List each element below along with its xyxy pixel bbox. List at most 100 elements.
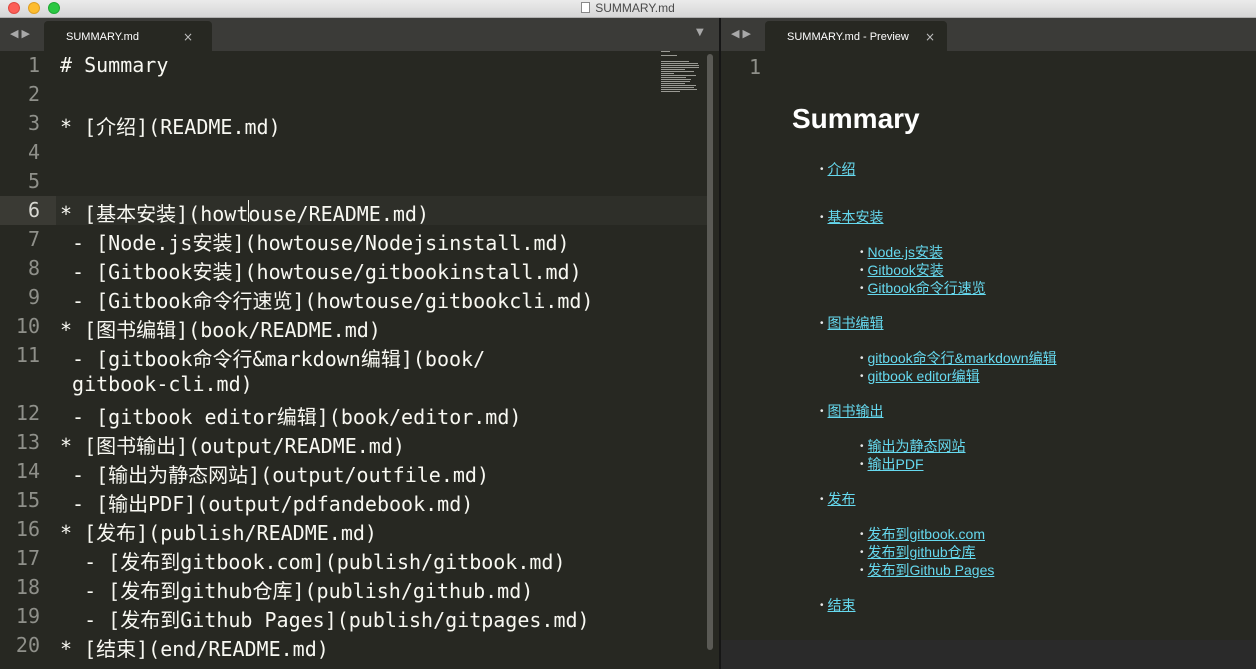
bullet-icon: •: [860, 565, 864, 576]
minimap-line: [661, 69, 685, 70]
toc-link[interactable]: Gitbook安装: [868, 262, 944, 278]
toc-link[interactable]: 发布到Github Pages: [868, 562, 995, 578]
bullet-icon: •: [860, 247, 864, 258]
line-number: 2: [27, 82, 40, 106]
minimap-line: [661, 87, 694, 88]
toc-link[interactable]: 介绍: [828, 161, 856, 177]
line-number: 18: [15, 575, 40, 599]
line-number: 10: [15, 314, 40, 338]
line-text: * [结束](end/README.md): [60, 637, 329, 661]
nav-back-icon[interactable]: ◀: [10, 27, 21, 40]
toc-item: • 图书输出: [820, 401, 884, 421]
tab-preview[interactable]: SUMMARY.md - Preview ×: [765, 21, 947, 51]
line-number: 5: [27, 169, 40, 193]
toc-link[interactable]: 发布到github仓库: [868, 544, 976, 560]
editor-nav-arrows: ◀▶: [10, 27, 33, 40]
bullet-icon: •: [860, 547, 864, 558]
toc-subitem: • Gitbook命令行速览: [860, 278, 986, 298]
toc-link[interactable]: gitbook命令行&markdown编辑: [868, 350, 1057, 366]
tab-close-icon[interactable]: ×: [925, 30, 935, 44]
toc-link[interactable]: 输出PDF: [868, 456, 924, 472]
toc-link[interactable]: 图书编辑: [828, 315, 884, 331]
nav-forward-icon[interactable]: ▶: [742, 27, 753, 40]
editor-pane[interactable]: 1 # Summary 2 3 * [介绍](README.md) 4 5 6 * [基本安装]…: [0, 51, 719, 669]
bullet-icon: •: [820, 318, 824, 329]
text-cursor: [248, 200, 249, 222]
minimap-line: [661, 55, 677, 56]
line-text: - [gitbook命令行&markdown编辑](book/: [60, 347, 486, 371]
toc-subitem: • 输出PDF: [860, 454, 924, 474]
bullet-icon: •: [860, 265, 864, 276]
line-text: * [基本安装](howtouse/README.md): [60, 202, 429, 226]
preview-gutter: 1: [721, 51, 777, 640]
toc-subitem: • Gitbook安装: [860, 260, 944, 280]
toc-link[interactable]: gitbook editor编辑: [868, 368, 980, 384]
minimap-line: [661, 63, 698, 64]
bullet-icon: •: [860, 371, 864, 382]
tab-bar: ◀▶ SUMMARY.md × ▼ ◀▶ SUMMARY.md - Previe…: [0, 18, 1256, 51]
line-text: * [图书输出](output/README.md): [60, 434, 405, 458]
line-text: - [发布到gitbook.com](publish/gitbook.md): [60, 550, 566, 574]
toc-item: • 发布: [820, 489, 856, 509]
line-text: - [Gitbook命令行速览](howtouse/gitbookcli.md): [60, 289, 594, 313]
bullet-icon: •: [860, 529, 864, 540]
line-number: 17: [15, 546, 40, 570]
line-number: 7: [27, 227, 40, 251]
line-text: # Summary: [60, 53, 169, 77]
minimap-line: [661, 89, 697, 90]
minimap-line: [661, 77, 686, 78]
line-text: - [发布到Github Pages](publish/gitpages.md): [60, 608, 590, 632]
tab-dropdown-icon[interactable]: ▼: [696, 27, 704, 38]
line-number: 13: [15, 430, 40, 454]
minimap-line: [661, 51, 670, 52]
line-number: 6: [27, 198, 40, 222]
nav-forward-icon[interactable]: ▶: [21, 27, 32, 40]
toc-subitem: • 发布到Github Pages: [860, 560, 994, 580]
toc-link[interactable]: 发布到gitbook.com: [868, 526, 985, 542]
minimap[interactable]: [661, 51, 701, 96]
bullet-icon: •: [860, 353, 864, 364]
minimap-line: [661, 65, 699, 66]
bullet-icon: •: [820, 600, 824, 611]
toc-subitem: • 发布到gitbook.com: [860, 524, 985, 544]
preview-empty-area: [721, 640, 1256, 669]
preview-line-number: 1: [748, 55, 761, 79]
nav-back-icon[interactable]: ◀: [731, 27, 742, 40]
window-title: SUMMARY.md: [0, 0, 1256, 16]
toc-item: • 结束: [820, 595, 856, 615]
window-titlebar: SUMMARY.md: [0, 0, 1256, 18]
line-number: 4: [27, 140, 40, 164]
line-text: - [Gitbook安装](howtouse/gitbookinstall.md…: [60, 260, 582, 284]
line-number: 3: [27, 111, 40, 135]
line-number: 15: [15, 488, 40, 512]
editor-scrollbar[interactable]: [707, 54, 713, 650]
toc-link[interactable]: Gitbook命令行速览: [868, 280, 986, 296]
tab-close-icon[interactable]: ×: [183, 30, 193, 44]
tab-label: SUMMARY.md - Preview: [787, 31, 909, 43]
line-number: 19: [15, 604, 40, 628]
toc-link[interactable]: 发布: [828, 491, 856, 507]
bullet-icon: •: [820, 164, 824, 175]
minimap-line: [661, 85, 696, 86]
line-text: * [介绍](README.md): [60, 115, 281, 139]
toc-link[interactable]: Node.js安装: [868, 244, 943, 260]
toc-subitem: • gitbook命令行&markdown编辑: [860, 348, 1057, 368]
line-text: gitbook-cli.md): [60, 372, 253, 396]
toc-link[interactable]: 图书输出: [828, 403, 884, 419]
minimap-line: [661, 79, 691, 80]
line-text: - [gitbook editor编辑](book/editor.md): [60, 405, 522, 429]
window-title-text: SUMMARY.md: [595, 1, 675, 15]
line-text: * [发布](publish/README.md): [60, 521, 377, 545]
toc-link[interactable]: 结束: [828, 597, 856, 613]
line-text: - [发布到github仓库](publish/github.md): [60, 579, 534, 603]
tab-summary-md[interactable]: SUMMARY.md ×: [44, 21, 212, 51]
minimap-line: [661, 83, 685, 84]
preview-heading: Summary: [792, 103, 920, 134]
toc-item: • 介绍: [820, 159, 856, 179]
toc-item: • 基本安装: [820, 207, 884, 227]
line-number: 14: [15, 459, 40, 483]
toc-link[interactable]: 基本安装: [828, 209, 884, 225]
preview-pane[interactable]: Summary • 介绍 • 基本安装 • Node.js安装 • Gitbook安装 • Git…: [777, 51, 1256, 640]
minimap-line: [661, 71, 694, 72]
toc-link[interactable]: 输出为静态网站: [868, 438, 966, 454]
